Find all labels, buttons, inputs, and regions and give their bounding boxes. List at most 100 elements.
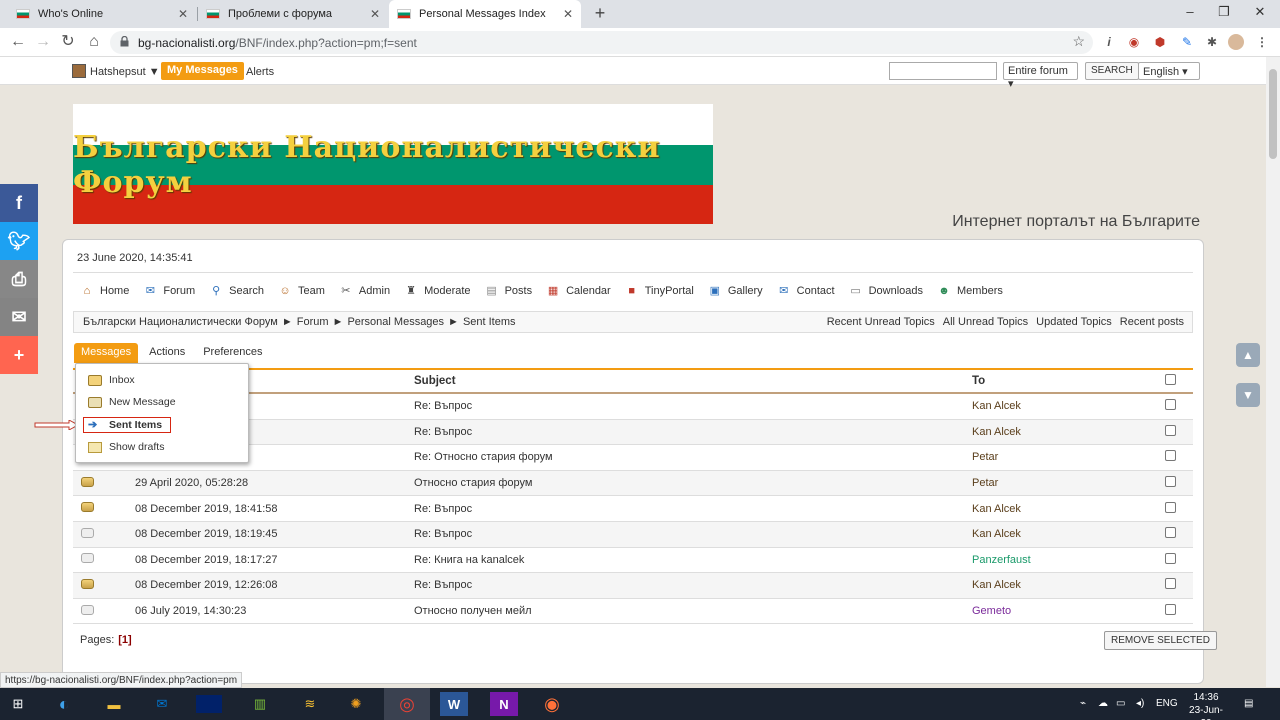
browser-menu-icon[interactable]: ⋮	[1254, 33, 1270, 51]
message-subject-link[interactable]: Re: Относно стария форум	[414, 451, 972, 463]
forum-search-input[interactable]	[889, 62, 997, 80]
row-checkbox[interactable]	[1164, 399, 1176, 411]
dropdown-item-sent-items[interactable]: ➔ Sent Items	[88, 417, 162, 433]
message-recipient-link[interactable]: Kan Alcek	[972, 528, 1147, 540]
breadcrumb-item[interactable]: Forum	[297, 316, 329, 328]
row-checkbox[interactable]	[1164, 476, 1176, 488]
dropdown-item-new-message[interactable]: New Message	[88, 394, 176, 410]
menu-item-search[interactable]: ⚲ Search	[209, 284, 264, 298]
recent-posts-link[interactable]: Recent posts	[1120, 316, 1184, 328]
message-subject-link[interactable]: Re: Въпрос	[414, 528, 972, 540]
message-subject-link[interactable]: Re: Книга на kanalcek	[414, 554, 972, 566]
chrome-taskbar-icon[interactable]: ◎	[384, 688, 430, 720]
search-scope-select[interactable]: Entire forum ▾	[1003, 62, 1078, 90]
new-tab-button[interactable]: +	[590, 3, 610, 24]
menu-item-home[interactable]: ⌂ Home	[80, 284, 130, 298]
breadcrumb-item[interactable]: Sent Items	[463, 316, 516, 328]
extensions-puzzle-icon[interactable]: ✱	[1204, 33, 1220, 51]
notepad-app-icon[interactable]: ▥	[246, 692, 274, 716]
info-extension-icon[interactable]: i	[1101, 33, 1117, 51]
table-row[interactable]: 08 December 2019, 18:17:27 Re: Книга на k…	[73, 547, 1193, 574]
window-close-icon[interactable]: ✕	[1250, 4, 1270, 20]
restore-icon[interactable]: ❐	[1214, 4, 1234, 20]
tab-messages[interactable]: Messages	[74, 343, 139, 363]
all-unread-topics-link[interactable]: All Unread Topics	[943, 316, 1028, 328]
browser-tab-whos-online[interactable]: Who's Online ✕	[8, 0, 196, 28]
close-tab-icon[interactable]: ✕	[178, 7, 188, 21]
tab-preferences[interactable]: Preferences	[196, 343, 269, 363]
tray-network-icon[interactable]: ▭	[1116, 698, 1125, 709]
row-checkbox[interactable]	[1164, 527, 1176, 539]
mail-app-icon[interactable]: ✉	[148, 692, 176, 716]
row-checkbox[interactable]	[1164, 578, 1176, 590]
message-recipient-link[interactable]: Kan Alcek	[972, 426, 1147, 438]
remove-selected-button[interactable]: REMOVE SELECTED	[1104, 631, 1217, 650]
username-menu[interactable]: Hatshepsut ▼	[90, 66, 160, 78]
word-icon[interactable]: W	[440, 692, 468, 716]
windows-start-icon[interactable]: ⊞	[4, 692, 32, 716]
reload-icon[interactable]: ↻	[58, 32, 78, 52]
to-column-header[interactable]: To	[972, 375, 1147, 387]
user-avatar[interactable]	[72, 64, 86, 78]
message-subject-link[interactable]: Re: Въпрос	[414, 503, 972, 515]
table-row[interactable]: 06 July 2019, 14:30:23 Относно получен ме…	[73, 598, 1193, 625]
email-share-icon[interactable]: ✉	[0, 298, 38, 336]
message-recipient-link[interactable]: Panzerfaust	[972, 554, 1147, 566]
message-recipient-link[interactable]: Kan Alcek	[972, 503, 1147, 515]
menu-item-members[interactable]: ☻ Members	[937, 284, 1003, 298]
menu-item-downloads[interactable]: ▭ Downloads	[849, 284, 923, 298]
message-subject-link[interactable]: Re: Въпрос	[414, 400, 972, 412]
menu-item-gallery[interactable]: ▣ Gallery	[708, 284, 763, 298]
close-tab-icon[interactable]: ✕	[370, 7, 380, 21]
row-checkbox[interactable]	[1164, 424, 1176, 436]
message-subject-link[interactable]: Относно стария форум	[414, 477, 972, 489]
tray-volume-icon[interactable]: ◂)	[1136, 698, 1144, 709]
subject-column-header[interactable]: Subject	[414, 375, 972, 387]
uk-flag-app-icon[interactable]	[196, 695, 222, 713]
table-row[interactable]: 08 December 2019, 12:26:08 Re: Въпрос Kan …	[73, 573, 1193, 599]
taskbar-clock[interactable]: 14:3623-Jun-20	[1184, 691, 1228, 720]
menu-item-admin[interactable]: ✂ Admin	[339, 284, 390, 298]
table-row[interactable]: 08 December 2019, 18:41:58 Re: Въпрос Kan …	[73, 496, 1193, 522]
breadcrumb-item[interactable]: Personal Messages	[347, 316, 444, 328]
message-recipient-link[interactable]: Petar	[972, 477, 1147, 489]
notifications-icon[interactable]: ▤	[1244, 698, 1253, 709]
menu-item-tinyportal[interactable]: ■ TinyPortal	[625, 284, 693, 298]
message-recipient-link[interactable]: Petar	[972, 451, 1147, 463]
url-field[interactable]: bg-nacionalisti.org/BNF/index.php?action…	[110, 31, 1093, 54]
firefox-icon[interactable]: ◉	[538, 692, 566, 716]
message-recipient-link[interactable]: Gemeto	[972, 605, 1147, 617]
facebook-share-icon[interactable]: f	[0, 184, 38, 222]
minimize-icon[interactable]: –	[1180, 4, 1200, 19]
home-page-icon[interactable]: ⌂	[84, 32, 104, 52]
tray-usb-icon[interactable]: ⌁	[1080, 698, 1086, 709]
forum-banner[interactable]: Български Националистически Форум	[73, 104, 713, 224]
message-subject-link[interactable]: Относно получен мейл	[414, 605, 972, 617]
scroll-down-icon[interactable]: ▼	[1236, 383, 1260, 407]
close-tab-icon[interactable]: ✕	[563, 7, 573, 21]
menu-item-forum[interactable]: ✉ Forum	[143, 284, 195, 298]
menu-item-calendar[interactable]: ▦ Calendar	[546, 284, 611, 298]
file-explorer-icon[interactable]: ▬	[100, 692, 128, 716]
menu-item-team[interactable]: ☺ Team	[278, 284, 325, 298]
my-messages-button[interactable]: My Messages	[161, 62, 244, 80]
message-recipient-link[interactable]: Kan Alcek	[972, 400, 1147, 412]
tab-actions[interactable]: Actions	[142, 343, 192, 363]
edge-icon[interactable]: ◐	[50, 692, 78, 716]
row-checkbox[interactable]	[1164, 501, 1176, 513]
table-row[interactable]: 29 April 2020, 05:28:28 Относно стария фо…	[73, 470, 1193, 497]
row-checkbox[interactable]	[1164, 450, 1176, 462]
menu-item-posts[interactable]: ▤ Posts	[485, 284, 532, 298]
browser-tab-problems[interactable]: Проблеми с форума ✕	[198, 0, 388, 28]
profile-avatar-icon[interactable]	[1228, 34, 1244, 50]
recent-unread-topics-link[interactable]: Recent Unread Topics	[827, 316, 935, 328]
onenote-icon[interactable]: N	[490, 692, 518, 716]
language-select[interactable]: English ▾	[1138, 62, 1200, 80]
forward-icon[interactable]: →	[33, 32, 53, 52]
row-checkbox[interactable]	[1164, 552, 1176, 564]
message-subject-link[interactable]: Re: Въпрос	[414, 426, 972, 438]
input-language[interactable]: ENG	[1156, 698, 1178, 709]
pen-extension-icon[interactable]: ✎	[1179, 33, 1195, 51]
browser-tab-pm-index[interactable]: Personal Messages Index ✕	[389, 0, 581, 28]
scroll-up-icon[interactable]: ▲	[1236, 343, 1260, 367]
